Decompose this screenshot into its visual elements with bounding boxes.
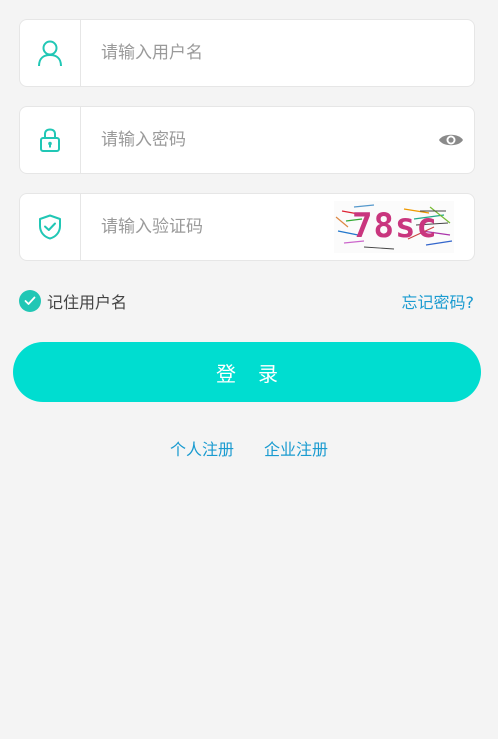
check-icon [19,290,41,312]
lock-icon [40,128,60,152]
password-input[interactable] [99,106,438,174]
register-links: 个人注册 企业注册 [0,436,498,460]
shield-check-icon [39,214,61,240]
enterprise-register-link[interactable]: 企业注册 [264,436,328,460]
remember-username-checkbox[interactable]: 记住用户名 [19,289,127,313]
captcha-input[interactable] [99,193,334,261]
user-icon-cell [20,20,81,86]
forgot-password-link[interactable]: 忘记密码? [402,289,475,313]
options-row: 记住用户名 忘记密码? [19,288,474,314]
login-button[interactable]: 登录 [13,342,481,402]
password-field-row [19,106,475,174]
lock-icon-cell [20,107,81,173]
username-field-row [19,19,475,87]
captcha-field-row: 78sc [19,193,475,261]
username-input[interactable] [99,19,474,87]
personal-register-link[interactable]: 个人注册 [170,436,234,460]
captcha-code: 78sc [352,206,438,246]
shield-icon-cell [20,194,81,260]
user-icon [38,40,62,67]
remember-username-label: 记住用户名 [47,293,128,312]
captcha-image[interactable]: 78sc [334,201,454,253]
eye-icon[interactable] [438,131,464,149]
